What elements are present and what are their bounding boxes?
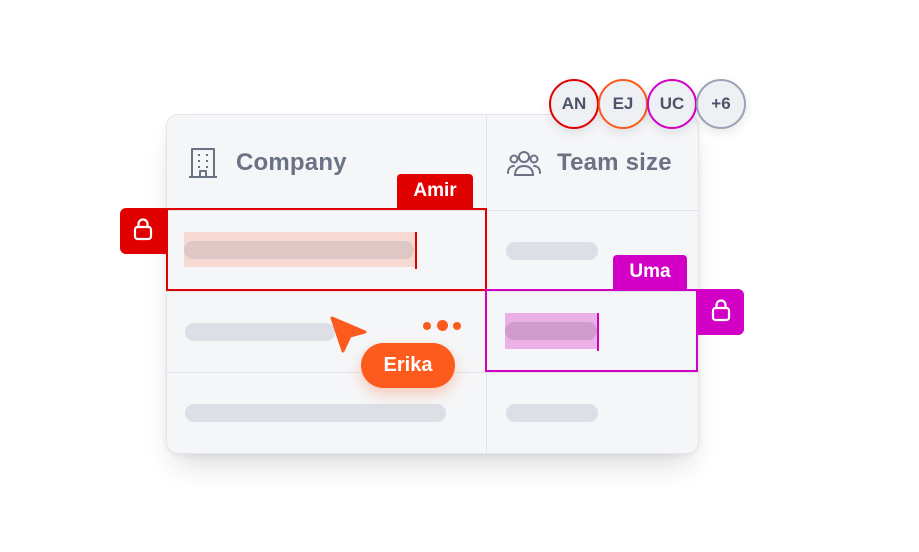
typing-dots-icon: [437, 320, 448, 331]
typing-dots-icon: [453, 322, 461, 330]
locked-cell-team-size[interactable]: [485, 289, 698, 372]
lock-icon: [133, 217, 153, 246]
team-size-cell-placeholder[interactable]: [506, 242, 598, 260]
collaborator-tag-erika: Erika: [361, 343, 455, 388]
team-size-cell-placeholder[interactable]: [506, 404, 598, 422]
lock-icon: [711, 298, 731, 327]
collaborator-tag-amir: Amir: [397, 174, 473, 208]
column-header-label: Team size: [557, 148, 672, 176]
text-caret: [597, 313, 599, 351]
column-header-company[interactable]: Company: [189, 115, 347, 210]
lock-badge-amir: [120, 208, 166, 254]
text-caret: [415, 232, 417, 269]
team-icon: [507, 148, 541, 178]
typing-dots-icon: [423, 322, 431, 330]
avatar-uc[interactable]: UC: [647, 79, 697, 129]
avatar-ej[interactable]: EJ: [598, 79, 648, 129]
collaborator-tag-uma: Uma: [613, 255, 687, 289]
building-icon: [189, 147, 217, 179]
team-size-cell-placeholder: [505, 322, 597, 340]
avatar-an[interactable]: AN: [549, 79, 599, 129]
company-cell-placeholder[interactable]: [185, 323, 335, 341]
column-header-label: Company: [236, 148, 347, 176]
company-cell-placeholder: [184, 241, 414, 259]
lock-badge-uma: [697, 289, 744, 335]
company-cell-placeholder[interactable]: [185, 404, 446, 422]
avatar-overflow-count[interactable]: +6: [696, 79, 746, 129]
column-header-team-size[interactable]: Team size: [507, 115, 672, 210]
locked-cell-company[interactable]: [166, 208, 487, 291]
